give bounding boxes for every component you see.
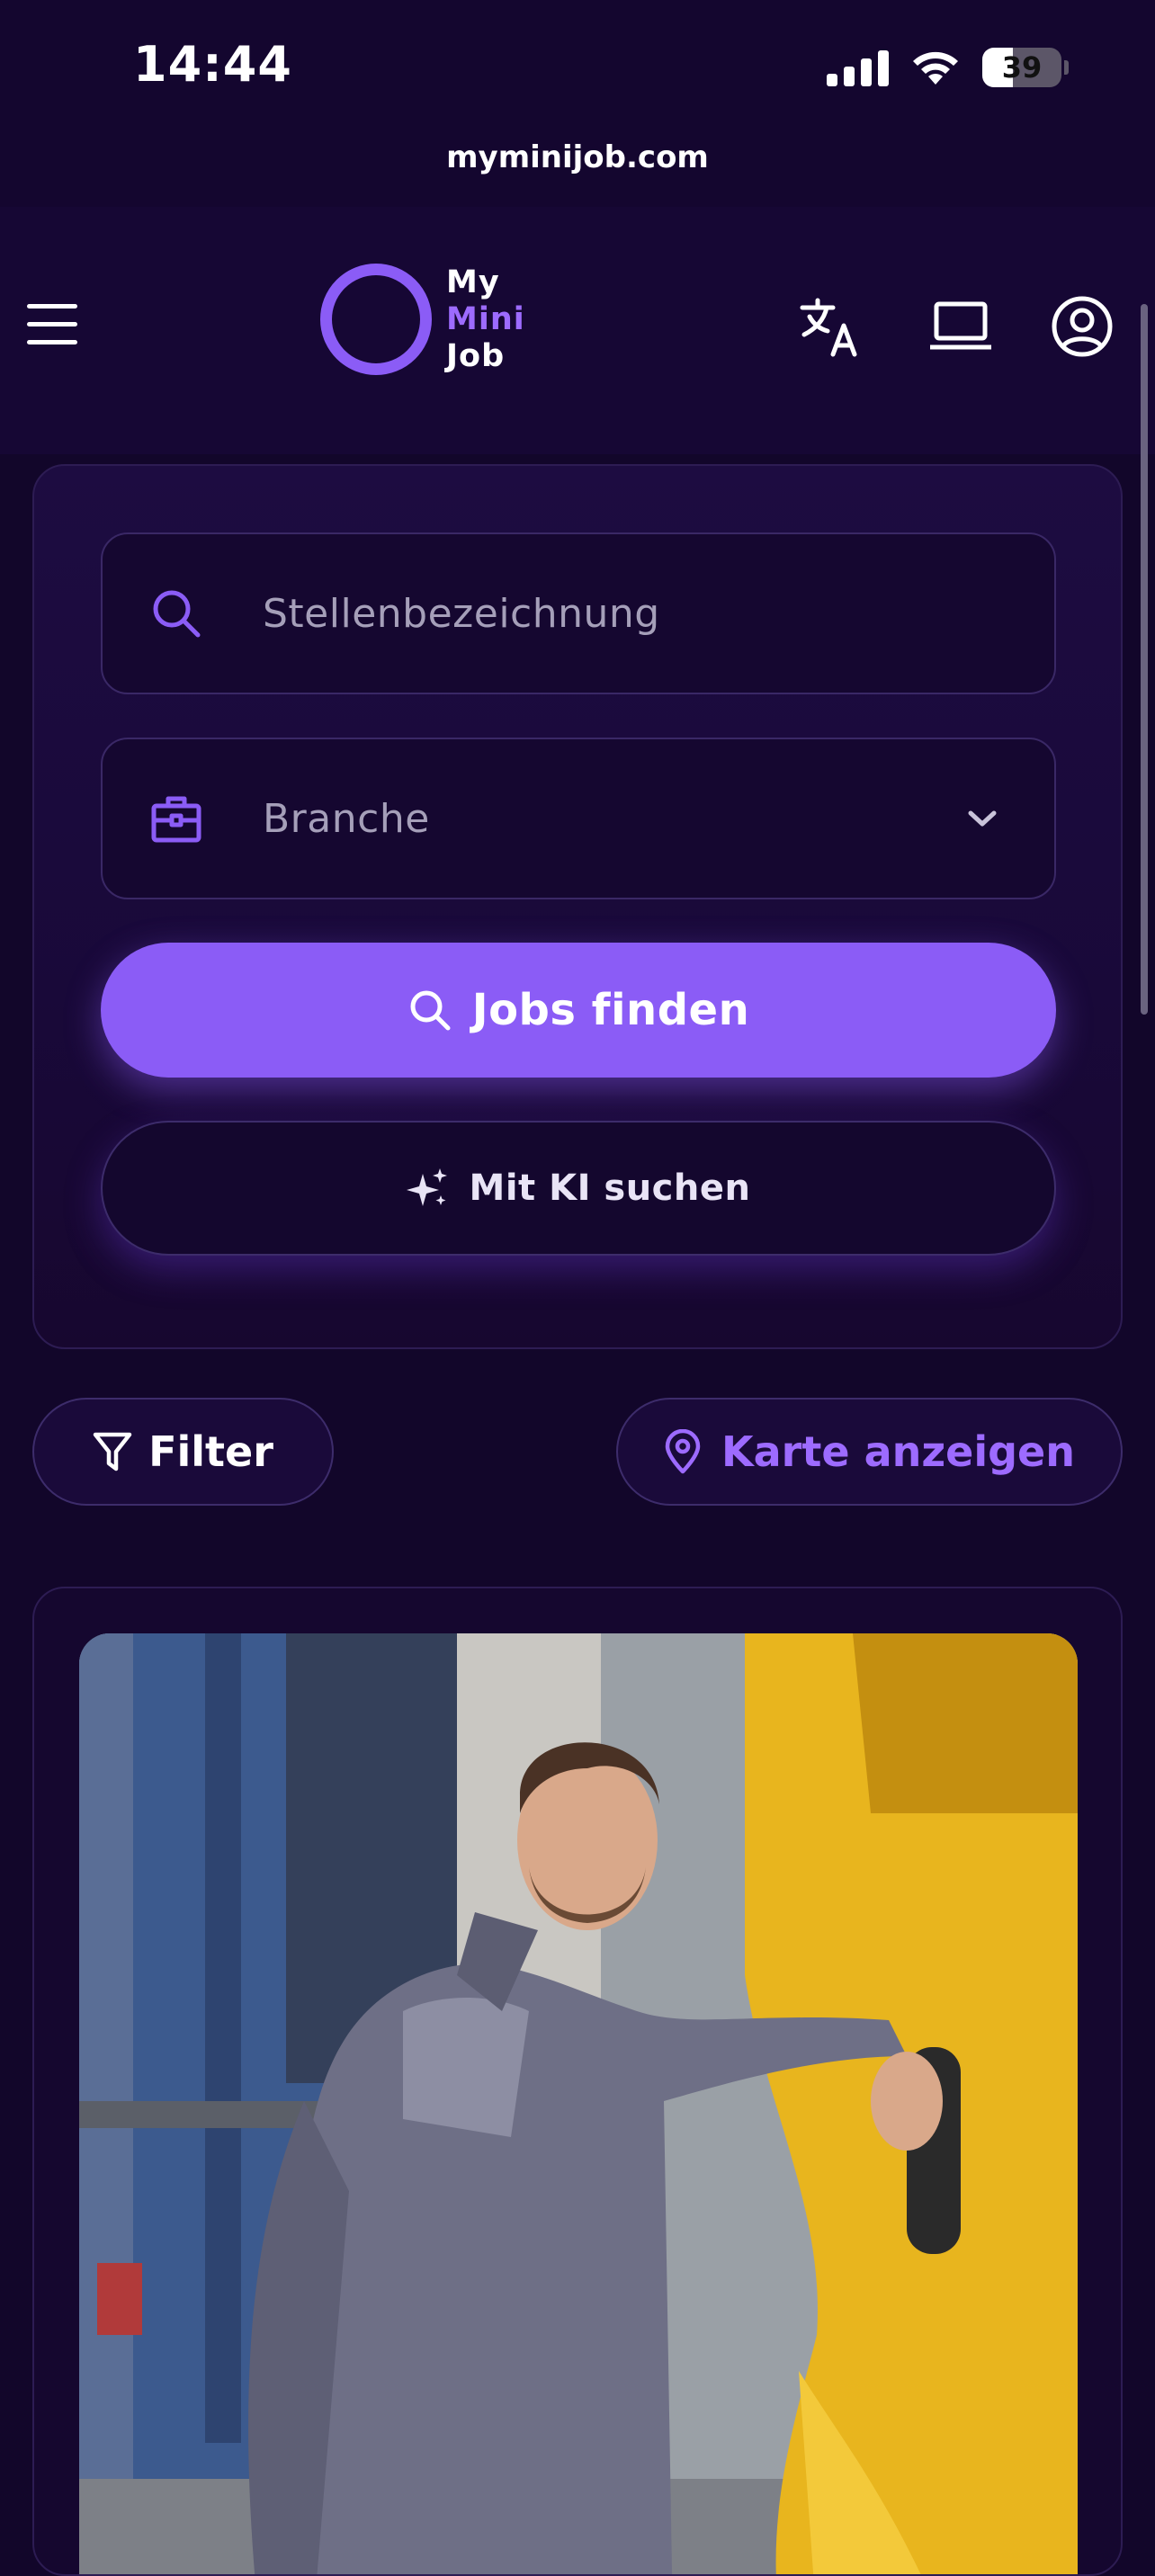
logo[interactable]: My Mini Job <box>320 261 525 378</box>
job-photo-illustration <box>79 1633 1078 2574</box>
job-image[interactable] <box>79 1633 1078 2574</box>
logo-line-job: Job <box>446 337 506 374</box>
map-pin-icon <box>665 1429 701 1474</box>
logo-text: My Mini Job <box>446 264 525 375</box>
logo-line-my: My <box>446 264 500 300</box>
logo-ring-icon <box>320 264 432 375</box>
battery-icon: 39 <box>982 48 1069 87</box>
job-title-placeholder: Stellenbezeichnung <box>263 590 660 637</box>
account-icon[interactable] <box>1051 295 1114 358</box>
search-card: Stellenbezeichnung Branche Jobs finden M… <box>32 464 1123 1349</box>
status-bar: 14:44 39 <box>0 0 1155 126</box>
status-icons: 39 <box>827 45 1069 90</box>
address-bar[interactable]: myminijob.com <box>0 126 1155 207</box>
industry-select[interactable]: Branche <box>101 738 1056 899</box>
cellular-signal-icon <box>827 49 889 86</box>
wifi-icon <box>913 51 958 85</box>
menu-icon[interactable] <box>27 304 77 345</box>
status-time: 14:44 <box>133 36 292 93</box>
sparkles-icon <box>406 1168 447 1206</box>
job-card[interactable] <box>32 1587 1123 2576</box>
find-jobs-button[interactable]: Jobs finden <box>101 943 1056 1078</box>
ai-search-label: Mit KI suchen <box>469 1167 751 1209</box>
chevron-down-icon <box>968 810 997 827</box>
ai-search-button[interactable]: Mit KI suchen <box>101 1121 1056 1256</box>
show-map-button[interactable]: Karte anzeigen <box>616 1398 1123 1506</box>
logo-line-mini: Mini <box>446 300 525 337</box>
show-map-label: Karte anzeigen <box>721 1427 1075 1476</box>
search-icon <box>410 990 451 1031</box>
page-scrollbar[interactable] <box>1141 304 1148 1015</box>
site-header: My Mini Job <box>0 207 1155 454</box>
industry-placeholder: Branche <box>263 795 430 842</box>
laptop-icon[interactable] <box>928 295 993 360</box>
find-jobs-label: Jobs finden <box>471 985 750 1035</box>
translate-icon[interactable] <box>799 295 864 360</box>
job-title-input[interactable]: Stellenbezeichnung <box>101 532 1056 694</box>
filter-button[interactable]: Filter <box>32 1398 334 1506</box>
filter-icon <box>93 1432 132 1471</box>
url-text: myminijob.com <box>446 139 709 175</box>
search-icon <box>153 590 201 638</box>
briefcase-icon <box>151 796 201 843</box>
filter-label: Filter <box>148 1427 273 1476</box>
battery-level: 39 <box>1001 50 1043 85</box>
